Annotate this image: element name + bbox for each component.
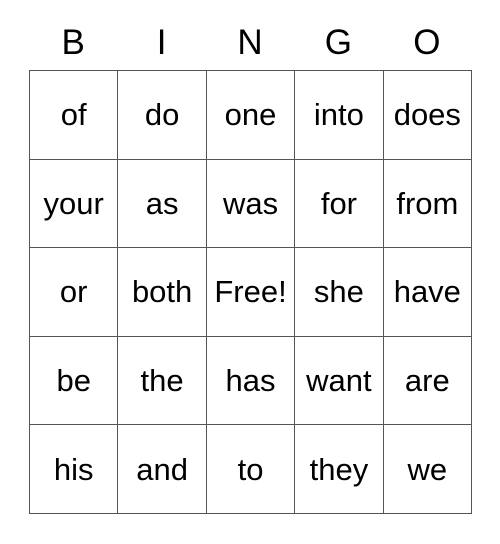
bingo-cell-label: she [313,274,364,310]
bingo-cell-label: for [320,185,358,221]
bingo-cell-b2[interactable]: your [30,159,119,249]
table-row: his and to they we [30,425,473,514]
bingo-cell-o5[interactable]: we [383,425,473,514]
bingo-cell-g2[interactable]: for [295,159,384,249]
bingo-cell-label: we [407,451,448,487]
bingo-cell-i4[interactable]: the [118,336,207,426]
bingo-cell-o4[interactable]: are [383,336,473,426]
bingo-cell-label: into [313,97,364,133]
bingo-cell-o2[interactable]: from [383,159,473,249]
bingo-cell-label: has [225,363,276,399]
table-row: be the has want are [30,336,473,426]
table-row: or both Free! she have [30,248,473,337]
bingo-cell-label: or [59,274,88,310]
bingo-cell-i3[interactable]: both [118,248,207,337]
bingo-header-letter-i: I [156,22,167,62]
bingo-cell-label: and [136,451,188,487]
bingo-cell-b5[interactable]: his [30,425,119,514]
bingo-card: B I N G O of do one into does your as wa… [29,14,473,514]
bingo-cell-label: to [237,451,264,487]
bingo-cell-n4[interactable]: has [206,336,296,426]
bingo-cell-b1[interactable]: of [30,71,119,160]
bingo-cell-o3[interactable]: have [383,248,473,337]
bingo-header-row: B I N G O [29,14,471,70]
bingo-cell-label: his [53,451,94,487]
bingo-free-space-label: Free! [214,274,287,310]
bingo-cell-n5[interactable]: to [206,425,296,514]
bingo-cell-free-space[interactable]: Free! [206,248,296,337]
bingo-cell-i5[interactable]: and [118,425,207,514]
bingo-cell-label: are [404,363,450,399]
bingo-cell-g3[interactable]: she [295,248,384,337]
bingo-header-letter-b: B [61,22,85,62]
bingo-cell-label: want [306,363,372,399]
bingo-header-letter-g: G [324,22,353,62]
bingo-cell-label: of [60,97,87,133]
bingo-cell-label: your [43,185,104,221]
bingo-cell-b3[interactable]: or [30,248,119,337]
bingo-header-letter-n: N [237,22,263,62]
bingo-cell-n2[interactable]: was [206,159,296,249]
bingo-cell-label: be [56,363,91,399]
bingo-cell-label: as [145,185,179,221]
bingo-cell-i2[interactable]: as [118,159,207,249]
bingo-cell-label: do [144,97,180,133]
bingo-cell-n1[interactable]: one [206,71,296,160]
bingo-cell-g1[interactable]: into [295,71,384,160]
bingo-cell-label: the [140,363,184,399]
table-row: of do one into does [30,71,473,160]
table-row: your as was for from [30,159,473,249]
bingo-cell-g4[interactable]: want [295,336,384,426]
bingo-cell-label: both [131,274,193,310]
bingo-cell-label: from [396,185,459,221]
bingo-cell-label: they [309,451,369,487]
bingo-cell-g5[interactable]: they [295,425,384,514]
bingo-cell-o1[interactable]: does [383,71,473,160]
bingo-header-letter-o: O [413,22,441,62]
bingo-cell-label: does [393,97,461,133]
bingo-grid: of do one into does your as was for from… [29,70,473,514]
bingo-cell-i1[interactable]: do [118,71,207,160]
bingo-cell-label: one [224,97,277,133]
bingo-cell-label: was [222,185,279,221]
bingo-cell-b4[interactable]: be [30,336,119,426]
bingo-cell-label: have [393,274,461,310]
